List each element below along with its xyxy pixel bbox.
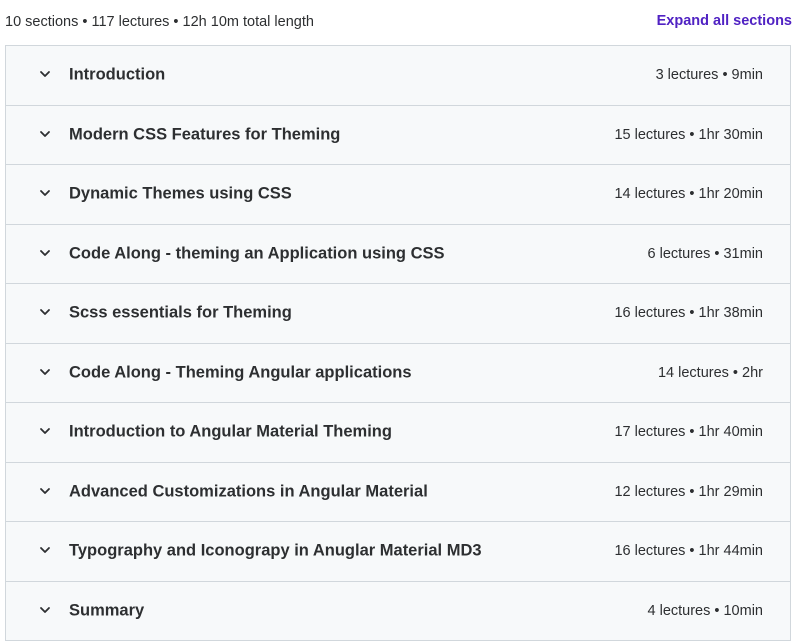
chevron-down-icon[interactable]: [38, 365, 52, 379]
chevron-down-icon[interactable]: [38, 127, 52, 141]
section-row[interactable]: Dynamic Themes using CSS 14 lectures • 1h…: [6, 165, 790, 225]
section-meta: 16 lectures • 1hr 44min: [614, 543, 763, 560]
section-title: Code Along - Theming Angular application…: [69, 363, 412, 382]
curriculum-summary: 10 sections • 117 lectures • 12h 10m tot…: [5, 14, 314, 30]
chevron-down-icon[interactable]: [38, 424, 52, 438]
section-row[interactable]: Typography and Iconograpy in Anuglar Mat…: [6, 522, 790, 582]
chevron-down-icon[interactable]: [38, 186, 52, 200]
expand-all-sections-button[interactable]: Expand all sections: [657, 13, 792, 29]
section-title: Modern CSS Features for Theming: [69, 125, 341, 144]
section-row[interactable]: Introduction 3 lectures • 9min: [6, 46, 790, 106]
section-row[interactable]: Code Along - theming an Application usin…: [6, 224, 790, 284]
section-meta: 15 lectures • 1hr 30min: [614, 126, 763, 143]
section-title: Summary: [69, 601, 145, 620]
section-meta: 4 lectures • 10min: [647, 602, 764, 619]
section-row[interactable]: Code Along - Theming Angular application…: [6, 343, 790, 403]
section-meta: 16 lectures • 1hr 38min: [614, 305, 763, 322]
section-meta: 14 lectures • 2hr: [657, 364, 763, 381]
section-row[interactable]: Summary 4 lectures • 10min: [6, 581, 790, 641]
section-title: Dynamic Themes using CSS: [69, 184, 292, 203]
section-meta: 17 lectures • 1hr 40min: [614, 424, 763, 441]
sections-list: Introduction 3 lectures • 9min Modern CSS …: [5, 45, 791, 641]
chevron-down-icon[interactable]: [38, 603, 52, 617]
section-meta: 14 lectures • 1hr 20min: [614, 186, 763, 203]
section-meta: 6 lectures • 31min: [647, 245, 764, 262]
section-row[interactable]: Advanced Customizations in Angular Mater…: [6, 462, 790, 522]
curriculum-header: 10 sections • 117 lectures • 12h 10m tot…: [0, 0, 795, 45]
section-title: Code Along - theming an Application usin…: [69, 244, 445, 263]
section-title: Introduction: [69, 65, 166, 84]
chevron-down-icon[interactable]: [38, 543, 52, 557]
section-meta: 12 lectures • 1hr 29min: [614, 483, 763, 500]
chevron-down-icon[interactable]: [38, 67, 52, 81]
chevron-down-icon[interactable]: [38, 305, 52, 319]
section-title: Typography and Iconograpy in Anuglar Mat…: [69, 541, 482, 560]
section-row[interactable]: Introduction to Angular Material Theming…: [6, 403, 790, 463]
chevron-down-icon[interactable]: [38, 246, 52, 260]
section-title: Introduction to Angular Material Theming: [69, 422, 392, 441]
section-row[interactable]: Scss essentials for Theming 16 lectures •…: [6, 284, 790, 344]
section-meta: 3 lectures • 9min: [655, 67, 763, 84]
section-title: Scss essentials for Theming: [69, 303, 292, 322]
chevron-down-icon[interactable]: [38, 484, 52, 498]
section-title: Advanced Customizations in Angular Mater…: [69, 482, 428, 501]
section-row[interactable]: Modern CSS Features for Theming 15 lectur…: [6, 105, 790, 165]
